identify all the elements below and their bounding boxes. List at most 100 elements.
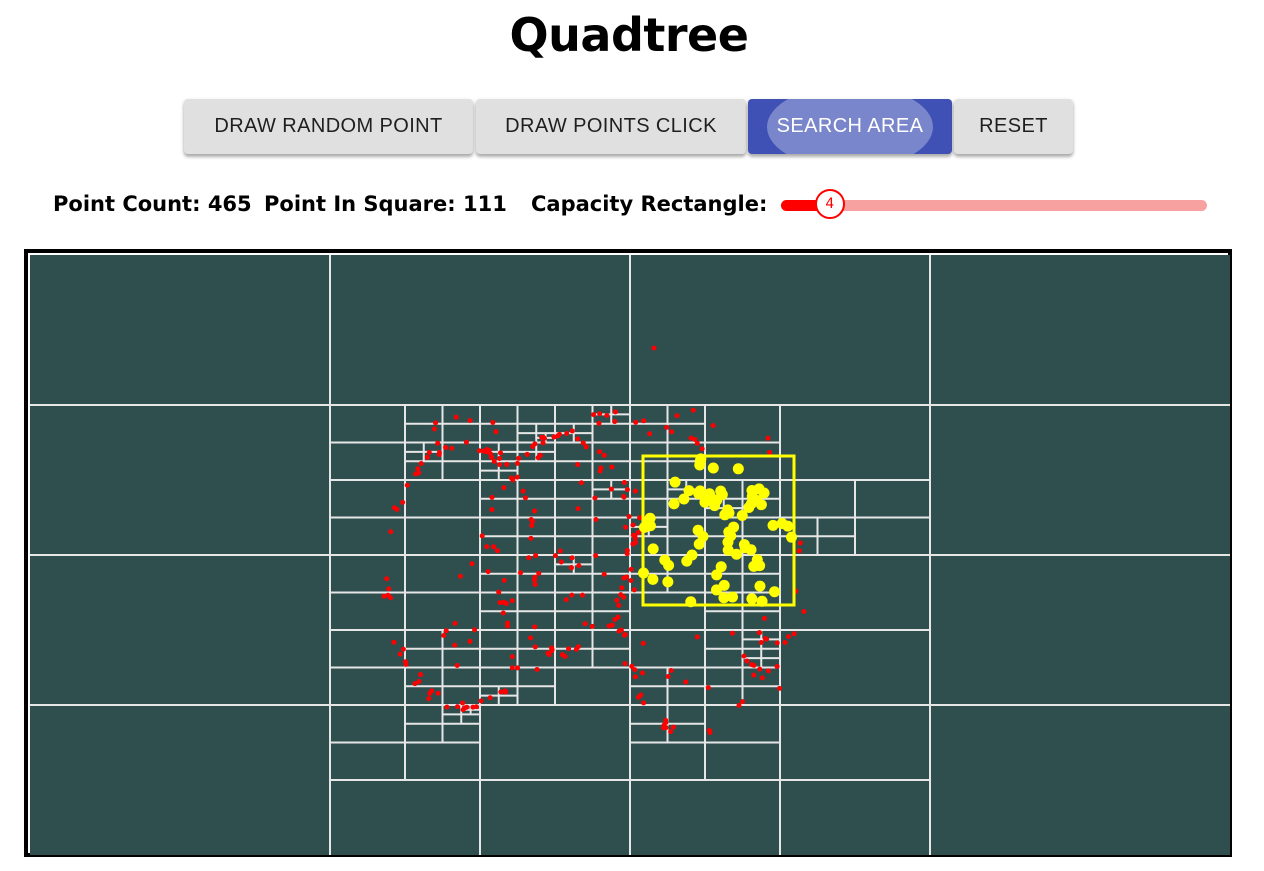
point — [418, 461, 424, 467]
point — [774, 640, 780, 646]
point — [624, 487, 630, 493]
point — [589, 623, 595, 629]
point — [578, 480, 584, 486]
point — [628, 577, 634, 583]
point-count-value: 465 — [207, 192, 252, 216]
point — [532, 581, 538, 587]
point — [505, 620, 511, 626]
search-area-button[interactable]: SEARCH AREA — [748, 99, 952, 154]
point — [540, 440, 546, 446]
point — [535, 455, 541, 461]
point — [478, 698, 484, 704]
point — [638, 692, 644, 698]
point — [498, 450, 504, 456]
point — [518, 570, 524, 576]
point — [524, 451, 530, 457]
draw-random-point-label: DRAW RANDOM POINT — [214, 115, 443, 137]
point — [633, 419, 639, 425]
point — [418, 672, 424, 678]
point — [509, 598, 515, 604]
capacity-slider[interactable]: 4 — [781, 189, 1207, 219]
point — [699, 446, 705, 452]
reset-button[interactable]: RESET — [954, 99, 1073, 154]
point — [765, 435, 771, 441]
quadtree-canvas[interactable] — [30, 255, 1230, 855]
point — [497, 600, 503, 606]
point — [791, 631, 797, 637]
point — [489, 494, 495, 500]
point — [498, 689, 504, 695]
point — [502, 689, 508, 695]
point — [397, 651, 403, 657]
found-point — [732, 463, 744, 475]
point — [416, 679, 422, 685]
point — [467, 417, 473, 423]
search-area-label: SEARCH AREA — [776, 115, 924, 137]
point — [391, 639, 397, 645]
point — [552, 553, 558, 559]
point — [457, 573, 463, 579]
point — [758, 640, 764, 646]
point — [452, 620, 458, 626]
point — [536, 570, 542, 576]
point — [443, 445, 449, 451]
draw-points-click-button[interactable]: DRAW POINTS CLICK — [476, 99, 746, 154]
capacity-slider-track[interactable] — [781, 200, 1207, 211]
point — [622, 632, 628, 638]
found-point — [694, 485, 706, 497]
point — [591, 412, 597, 418]
point — [749, 662, 755, 668]
point — [582, 621, 588, 627]
point — [454, 704, 460, 710]
point — [472, 627, 478, 633]
point — [690, 407, 696, 413]
point — [516, 455, 522, 461]
point — [641, 418, 647, 424]
point-count-label: Point Count: — [53, 192, 201, 216]
point — [526, 555, 532, 561]
point — [575, 462, 581, 468]
point — [694, 634, 700, 640]
point — [612, 617, 618, 623]
point — [514, 460, 520, 466]
point — [424, 454, 430, 460]
point — [730, 630, 736, 636]
found-point — [758, 487, 770, 499]
point — [503, 601, 509, 607]
point — [668, 667, 674, 673]
point — [541, 435, 547, 441]
point — [592, 495, 598, 501]
point — [426, 696, 432, 702]
point-count-stat: Point Count: 465 — [53, 188, 252, 220]
point — [612, 409, 618, 415]
point — [400, 646, 406, 652]
point — [454, 662, 460, 668]
found-point — [707, 462, 719, 474]
point — [549, 645, 555, 651]
point — [596, 420, 602, 426]
point — [435, 690, 441, 696]
found-point — [767, 519, 779, 531]
point — [618, 627, 624, 633]
point — [469, 561, 475, 567]
point — [757, 666, 763, 672]
point — [741, 653, 747, 659]
point — [616, 602, 622, 608]
found-point — [647, 573, 659, 585]
point — [441, 633, 447, 639]
point — [501, 577, 507, 583]
point — [484, 544, 490, 550]
point — [508, 475, 514, 481]
point — [786, 633, 792, 639]
draw-random-point-button[interactable]: DRAW RANDOM POINT — [184, 99, 473, 154]
capacity-slider-thumb[interactable]: 4 — [814, 189, 845, 219]
point — [556, 431, 562, 437]
point — [534, 666, 540, 672]
point — [624, 547, 630, 553]
point — [509, 654, 515, 660]
point — [674, 413, 680, 419]
found-point — [716, 489, 728, 501]
found-point — [755, 499, 767, 511]
point — [528, 635, 534, 641]
point — [575, 436, 581, 442]
